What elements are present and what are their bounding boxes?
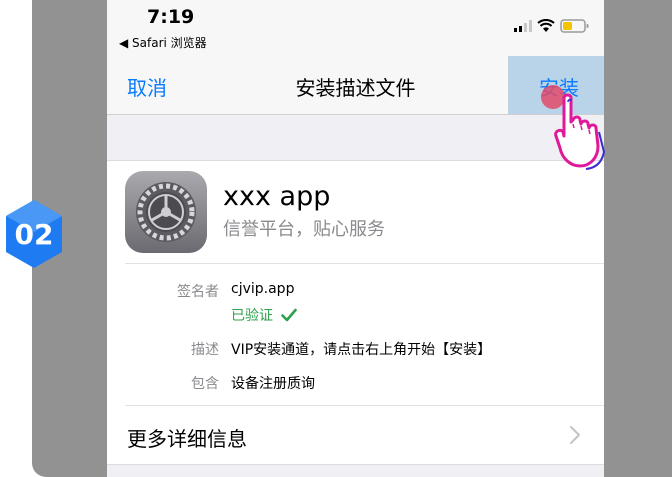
settings-gear-icon [125,171,207,253]
checkmark-icon [281,308,297,322]
profile-subtitle: 信誉平台，贴心服务 [223,219,385,240]
verified-label: 已验证 [231,308,273,324]
signer-value: cjvip.app [231,281,295,297]
divider [125,405,604,406]
description-value: VIP安装通道，请点击右上角开始【安装】 [231,342,492,358]
contains-value: 设备注册质询 [231,376,315,392]
contains-label: 包含 [191,376,219,392]
step-number: 02 [14,218,54,251]
description-label: 描述 [191,342,219,358]
navigation-bar: 取消 安装描述文件 安装 [107,56,604,115]
battery-icon [560,19,589,33]
more-details-link[interactable]: 更多详细信息 [127,423,247,452]
bottom-strip [107,464,604,477]
phone-screen: 7:19 ◀ Safari 浏览器 取消 安装描述文件 安装 [107,0,604,477]
status-icons [514,18,590,34]
profile-card: xxx app 信誉平台，贴心服务 签名者 cjvip.app 已验证 描述 V… [107,160,604,465]
status-time: 7:19 [147,6,195,28]
back-to-safari-link[interactable]: ◀ Safari 浏览器 [119,34,207,51]
signal-icon [514,20,532,32]
divider [125,263,604,264]
verified-status: 已验证 [231,305,297,325]
pointer-hand-icon [554,93,606,170]
profile-name: xxx app [223,181,331,212]
wifi-icon [537,19,555,32]
step-badge: 02 [4,196,64,274]
chevron-right-icon[interactable] [569,425,581,445]
signer-label: 签名者 [177,284,219,300]
status-bar: 7:19 ◀ Safari 浏览器 [107,0,604,56]
